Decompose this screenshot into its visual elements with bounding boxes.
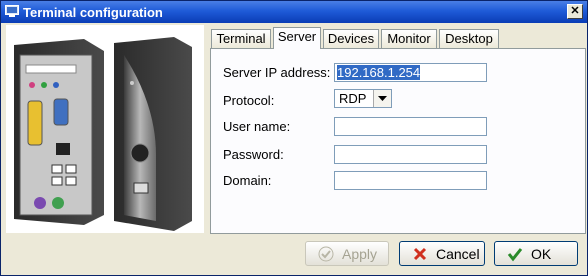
protocol-select[interactable]: RDP [334, 89, 392, 108]
terminal-window-icon [5, 5, 19, 17]
apply-label: Apply [342, 246, 378, 262]
username-input[interactable] [334, 117, 487, 136]
domain-input[interactable] [334, 171, 487, 190]
x-icon [413, 247, 427, 261]
server-ip-value: 192.168.1.254 [337, 65, 421, 80]
check-icon [507, 248, 523, 262]
username-label: User name: [223, 119, 291, 134]
cancel-button[interactable]: Cancel [399, 241, 485, 266]
server-ip-label: Server IP address: [223, 65, 331, 80]
tab-desktop[interactable]: Desktop [439, 29, 499, 48]
close-icon: ✕ [570, 5, 580, 17]
server-settings-panel: Server IP address: 192.168.1.254 Protoco… [210, 48, 586, 234]
tab-terminal[interactable]: Terminal [211, 29, 271, 48]
server-ip-input[interactable]: 192.168.1.254 [334, 63, 487, 82]
chevron-down-icon [378, 96, 387, 101]
window-title: Terminal configuration [23, 5, 163, 20]
protocol-label: Protocol: [223, 93, 275, 108]
close-button[interactable]: ✕ [567, 4, 583, 19]
protocol-dropdown-button[interactable] [373, 90, 391, 107]
protocol-value: RDP [339, 91, 367, 106]
check-icon [318, 246, 334, 262]
password-label: Password: [223, 147, 284, 162]
ok-button[interactable]: OK [494, 241, 578, 266]
cancel-label: Cancel [436, 246, 480, 262]
apply-button[interactable]: Apply [305, 241, 389, 266]
tab-monitor[interactable]: Monitor [381, 29, 437, 48]
terminal-config-window: Terminal configuration ✕ Terminal Server… [0, 0, 588, 276]
title-bar[interactable]: Terminal configuration ✕ [1, 1, 587, 23]
ok-label: OK [531, 246, 552, 262]
terminal-device-image [6, 25, 204, 233]
tab-devices[interactable]: Devices [323, 29, 379, 48]
password-input[interactable] [334, 145, 487, 164]
tab-server[interactable]: Server [273, 27, 321, 49]
domain-label: Domain: [223, 173, 272, 188]
